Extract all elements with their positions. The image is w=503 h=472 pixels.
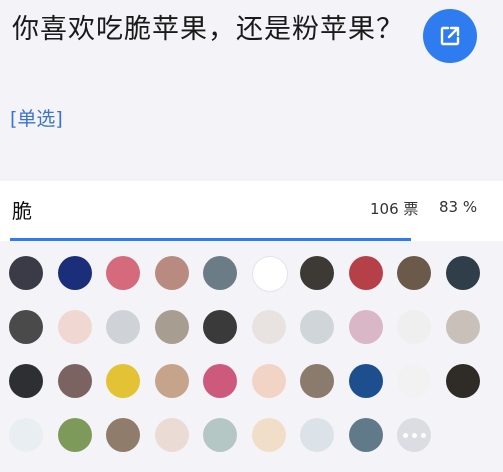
voter-avatar[interactable] — [251, 364, 286, 398]
voter-avatar[interactable] — [348, 364, 383, 398]
voter-avatar[interactable] — [251, 256, 288, 292]
poll-question: 你喜欢吃脆苹果，还是粉苹果？ — [12, 14, 404, 45]
question-type-label: [单选] — [10, 108, 63, 130]
voter-avatar[interactable] — [154, 256, 189, 290]
voter-avatar[interactable] — [203, 310, 237, 344]
voter-avatar[interactable] — [203, 256, 237, 290]
voter-avatar[interactable] — [348, 310, 383, 344]
voter-avatar[interactable] — [57, 310, 92, 344]
voter-avatar[interactable] — [300, 418, 334, 452]
voter-avatar[interactable] — [9, 364, 43, 398]
voter-avatar[interactable] — [397, 364, 431, 398]
voter-avatar[interactable] — [154, 418, 189, 452]
voter-avatar[interactable] — [9, 418, 43, 452]
poll-option[interactable]: 脆 106 票 83 % — [0, 181, 503, 241]
voter-avatar[interactable] — [397, 256, 431, 290]
voter-avatar[interactable] — [397, 310, 431, 344]
voter-avatar[interactable] — [300, 310, 334, 344]
voter-avatar[interactable] — [57, 418, 92, 452]
voter-avatar[interactable] — [348, 418, 383, 452]
voter-avatar[interactable] — [154, 364, 189, 398]
voter-avatar[interactable] — [445, 310, 480, 344]
option-votes: 106 票 — [370, 200, 419, 218]
option-percent: 83 % — [439, 198, 478, 216]
more-voters-button[interactable] — [397, 418, 431, 452]
more-dots-icon — [420, 432, 426, 438]
voter-avatar[interactable] — [9, 256, 43, 290]
voter-avatar[interactable] — [251, 310, 286, 344]
share-button[interactable] — [423, 9, 477, 63]
voter-avatar[interactable] — [203, 418, 237, 452]
voter-avatar[interactable] — [106, 418, 140, 452]
voter-avatar[interactable] — [9, 310, 43, 344]
option-label: 脆 — [12, 199, 32, 223]
voter-avatar[interactable] — [106, 310, 140, 344]
more-dots-icon — [411, 432, 417, 438]
voter-avatar[interactable] — [445, 364, 480, 398]
result-bar — [10, 238, 493, 241]
voter-avatar[interactable] — [300, 256, 334, 290]
voter-avatar[interactable] — [154, 310, 189, 344]
more-dots-icon — [402, 432, 408, 438]
voter-avatar[interactable] — [445, 256, 480, 290]
voter-avatar[interactable] — [251, 418, 286, 452]
voter-avatar[interactable] — [57, 364, 92, 398]
voter-avatar[interactable] — [203, 364, 237, 398]
external-share-icon — [440, 26, 460, 46]
voter-avatar[interactable] — [300, 364, 334, 398]
voter-avatar[interactable] — [106, 256, 140, 290]
voter-avatar[interactable] — [106, 364, 140, 398]
voter-avatar[interactable] — [348, 256, 383, 290]
result-bar-fill — [10, 238, 411, 241]
voter-avatar[interactable] — [57, 256, 92, 290]
